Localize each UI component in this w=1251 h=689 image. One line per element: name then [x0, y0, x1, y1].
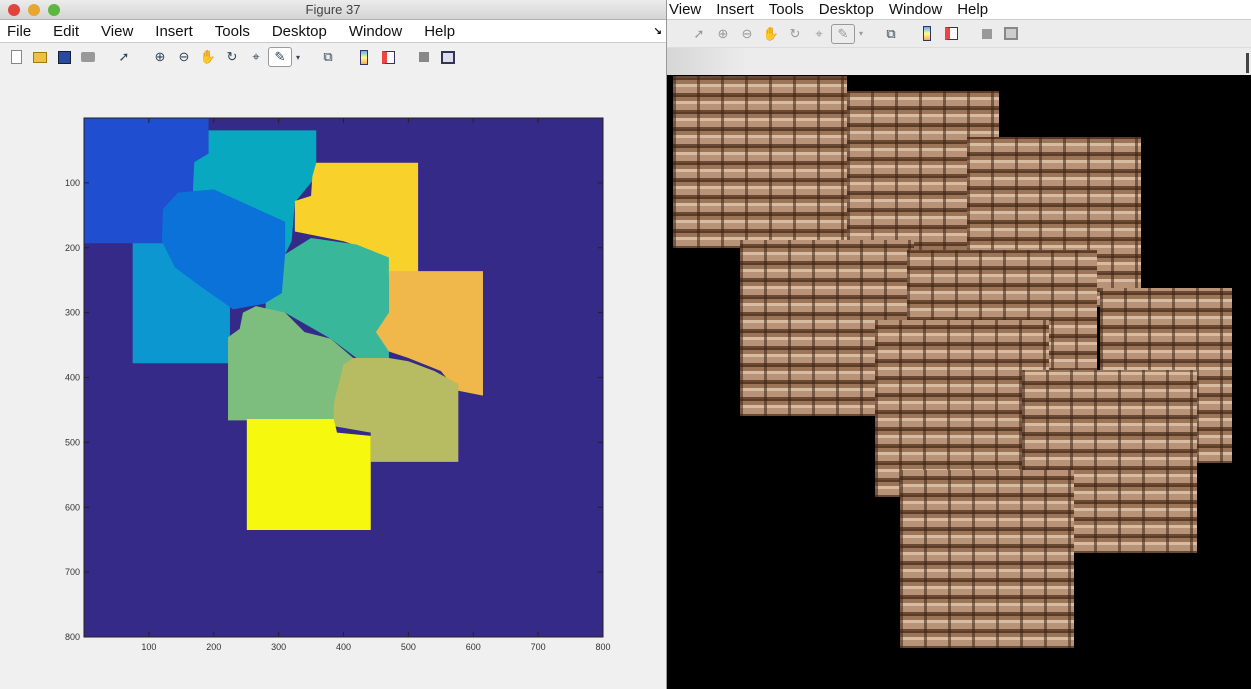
zoom-in-icon[interactable]: ⊕: [148, 47, 172, 67]
pointer-icon[interactable]: ➚: [687, 24, 711, 44]
menu-edit[interactable]: Edit: [53, 23, 94, 40]
pointer-icon[interactable]: ➚: [112, 47, 136, 67]
colorbar-icon[interactable]: [352, 47, 376, 67]
y-tick-label: 200: [65, 243, 80, 253]
menu-view[interactable]: View: [101, 23, 148, 40]
y-tick-label: 500: [65, 437, 80, 447]
y-tick-label: 400: [65, 373, 80, 383]
data-cursor-icon[interactable]: ⌖: [807, 24, 831, 44]
hide-plot-tools-icon[interactable]: [975, 24, 999, 44]
brush-icon[interactable]: ✎: [268, 47, 292, 67]
y-tick-label: 800: [65, 632, 80, 642]
y-tick-label: 300: [65, 308, 80, 318]
menu-file[interactable]: File: [7, 23, 46, 40]
hide-plot-tools-icon[interactable]: [412, 47, 436, 67]
dock-arrow-icon[interactable]: ↘: [654, 26, 662, 37]
dropdown-arrow-icon[interactable]: ▾: [292, 47, 304, 67]
x-tick-label: 700: [531, 642, 546, 652]
rotate-3d-icon[interactable]: ↻: [220, 47, 244, 67]
save-icon[interactable]: [52, 47, 76, 67]
menu-insert[interactable]: Insert: [714, 1, 767, 18]
window-title: Figure 37: [305, 2, 361, 17]
x-tick-label: 500: [401, 642, 416, 652]
zoom-out-icon[interactable]: ⊖: [172, 47, 196, 67]
menu-bar: File Edit View Insert Tools Desktop Wind…: [0, 20, 666, 43]
pan-hand-icon[interactable]: ✋: [759, 24, 783, 44]
segmentation-image-plot: 100 200 300 400 500 600 700 800 100 200 300 400 500 6…: [65, 117, 611, 652]
menu-window[interactable]: Window: [349, 23, 417, 40]
show-plot-tools-icon[interactable]: [436, 47, 460, 67]
new-file-icon[interactable]: [4, 47, 28, 67]
image-tile: [673, 76, 847, 248]
x-tick-label: 400: [336, 642, 351, 652]
segment-region-10: [246, 419, 371, 530]
y-tick-label: 600: [65, 502, 80, 512]
menu-insert[interactable]: Insert: [155, 23, 208, 40]
image-window: View Insert Tools Desktop Window Help ➚ …: [667, 0, 1251, 689]
dropdown-arrow-icon[interactable]: ▾: [855, 24, 867, 44]
open-folder-icon[interactable]: [28, 47, 52, 67]
close-window-button[interactable]: [8, 4, 20, 16]
pan-hand-icon[interactable]: ✋: [196, 47, 220, 67]
menu-tools[interactable]: Tools: [767, 1, 817, 18]
legend-icon[interactable]: [376, 47, 400, 67]
minimize-window-button[interactable]: [28, 4, 40, 16]
figure-toolbar: ➚ ⊕ ⊖ ✋ ↻ ⌖ ✎ ▾ ⧉: [0, 43, 666, 71]
print-icon[interactable]: [76, 47, 100, 67]
link-plot-icon[interactable]: ⧉: [879, 24, 903, 44]
y-tick-label: 700: [65, 567, 80, 577]
zoom-window-button[interactable]: [48, 4, 60, 16]
brush-icon[interactable]: ✎: [831, 23, 855, 44]
menu-help[interactable]: Help: [955, 1, 1001, 18]
title-bar: Figure 37: [0, 0, 666, 20]
menu-bar: View Insert Tools Desktop Window Help: [667, 0, 1251, 20]
y-tick-label: 100: [65, 178, 80, 188]
menu-help[interactable]: Help: [424, 23, 470, 40]
x-tick-label: 600: [466, 642, 481, 652]
scrollbar[interactable]: [1246, 53, 1249, 73]
legend-icon[interactable]: [939, 24, 963, 44]
show-plot-tools-icon[interactable]: [999, 24, 1023, 44]
menu-window[interactable]: Window: [887, 1, 955, 18]
rotate-3d-icon[interactable]: ↻: [783, 24, 807, 44]
colorbar-icon[interactable]: [915, 24, 939, 44]
figure-window: Figure 37 File Edit View Insert Tools De…: [0, 0, 667, 689]
x-tick-label: 300: [271, 642, 286, 652]
data-cursor-icon[interactable]: ⌖: [244, 47, 268, 67]
x-tick-label: 200: [206, 642, 221, 652]
menu-view[interactable]: View: [667, 1, 714, 18]
menu-desktop[interactable]: Desktop: [817, 1, 887, 18]
image-tile: [900, 470, 1074, 648]
x-tick-label: 800: [595, 642, 610, 652]
figure-background: [667, 48, 1251, 75]
menu-desktop[interactable]: Desktop: [272, 23, 342, 40]
zoom-out-icon[interactable]: ⊖: [735, 24, 759, 44]
image-toolbar: ➚ ⊕ ⊖ ✋ ↻ ⌖ ✎ ▾ ⧉: [667, 20, 1251, 48]
menu-tools[interactable]: Tools: [215, 23, 265, 40]
x-tick-label: 100: [141, 642, 156, 652]
zoom-in-icon[interactable]: ⊕: [711, 24, 735, 44]
link-plot-icon[interactable]: ⧉: [316, 47, 340, 67]
